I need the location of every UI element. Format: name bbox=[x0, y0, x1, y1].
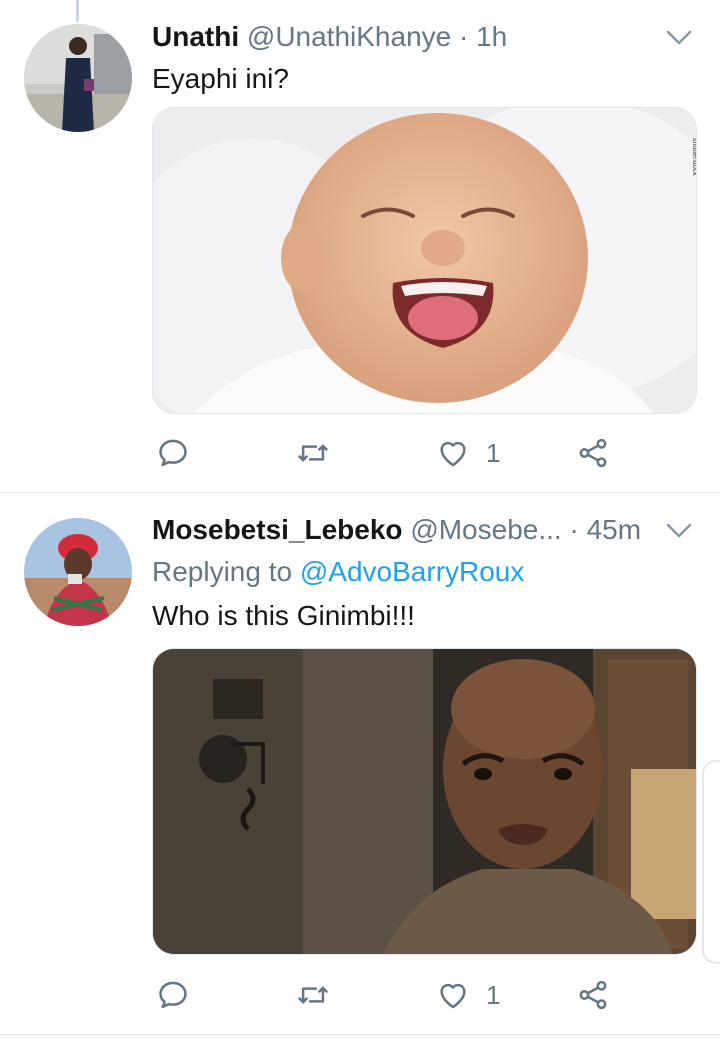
timestamp[interactable]: 45m bbox=[587, 514, 641, 545]
user-handle[interactable]: @UnathiKhanye bbox=[247, 21, 451, 52]
scroll-handle[interactable] bbox=[702, 760, 720, 964]
reply-button[interactable] bbox=[156, 975, 206, 1015]
tweet-text: Eyaphi ini? bbox=[152, 63, 289, 94]
tweet-1[interactable]: Unathi @UnathiKhanye · 1h Eyaphi ini? sh… bbox=[0, 0, 720, 492]
display-name[interactable]: Unathi bbox=[152, 21, 239, 52]
reply-button[interactable] bbox=[156, 433, 206, 473]
action-bar: 1 bbox=[152, 433, 632, 473]
tweet-media[interactable]: shutterstock bbox=[152, 107, 697, 414]
tweet-media[interactable] bbox=[152, 648, 697, 955]
retweet-button[interactable] bbox=[296, 433, 346, 473]
chevron-down-icon[interactable] bbox=[666, 30, 692, 46]
heart-icon bbox=[440, 441, 466, 467]
share-button[interactable] bbox=[576, 433, 610, 473]
share-icon bbox=[579, 438, 607, 468]
separator: · bbox=[459, 21, 469, 52]
like-count: 1 bbox=[486, 437, 501, 468]
watermark-text: shutterstock bbox=[691, 138, 696, 176]
like-button[interactable]: 1 bbox=[436, 975, 500, 1015]
tweet-header: Mosebetsi_Lebeko @Mosebe... · 45m bbox=[152, 513, 641, 547]
replying-to: Replying to @AdvoBarryRoux bbox=[152, 555, 524, 589]
action-bar: 1 bbox=[152, 975, 632, 1015]
display-name[interactable]: Mosebetsi_Lebeko bbox=[152, 514, 403, 545]
retweet-icon bbox=[298, 444, 328, 462]
avatar[interactable] bbox=[24, 518, 132, 626]
timestamp[interactable]: 1h bbox=[476, 21, 507, 52]
replying-to-link[interactable]: @AdvoBarryRoux bbox=[300, 556, 525, 587]
tweet-divider bbox=[0, 1034, 720, 1035]
avatar[interactable] bbox=[24, 24, 132, 132]
share-button[interactable] bbox=[576, 975, 610, 1015]
user-handle[interactable]: @Mosebe... bbox=[410, 514, 561, 545]
reply-icon bbox=[159, 981, 187, 1009]
chevron-down-icon[interactable] bbox=[666, 523, 692, 539]
tweet-text: Who is this Ginimbi!!! bbox=[152, 600, 415, 631]
heart-icon bbox=[440, 983, 466, 1009]
retweet-button[interactable] bbox=[296, 975, 346, 1015]
like-count: 1 bbox=[486, 979, 501, 1010]
replying-prefix: Replying to bbox=[152, 556, 293, 587]
separator: · bbox=[569, 514, 579, 545]
share-icon bbox=[579, 980, 607, 1010]
thread-line bbox=[76, 0, 79, 22]
tweet-header: Unathi @UnathiKhanye · 1h bbox=[152, 20, 507, 54]
retweet-icon bbox=[298, 986, 328, 1004]
tweet-2[interactable]: Mosebetsi_Lebeko @Mosebe... · 45m Replyi… bbox=[0, 493, 720, 1033]
reply-icon bbox=[159, 439, 187, 467]
like-button[interactable]: 1 bbox=[436, 433, 500, 473]
